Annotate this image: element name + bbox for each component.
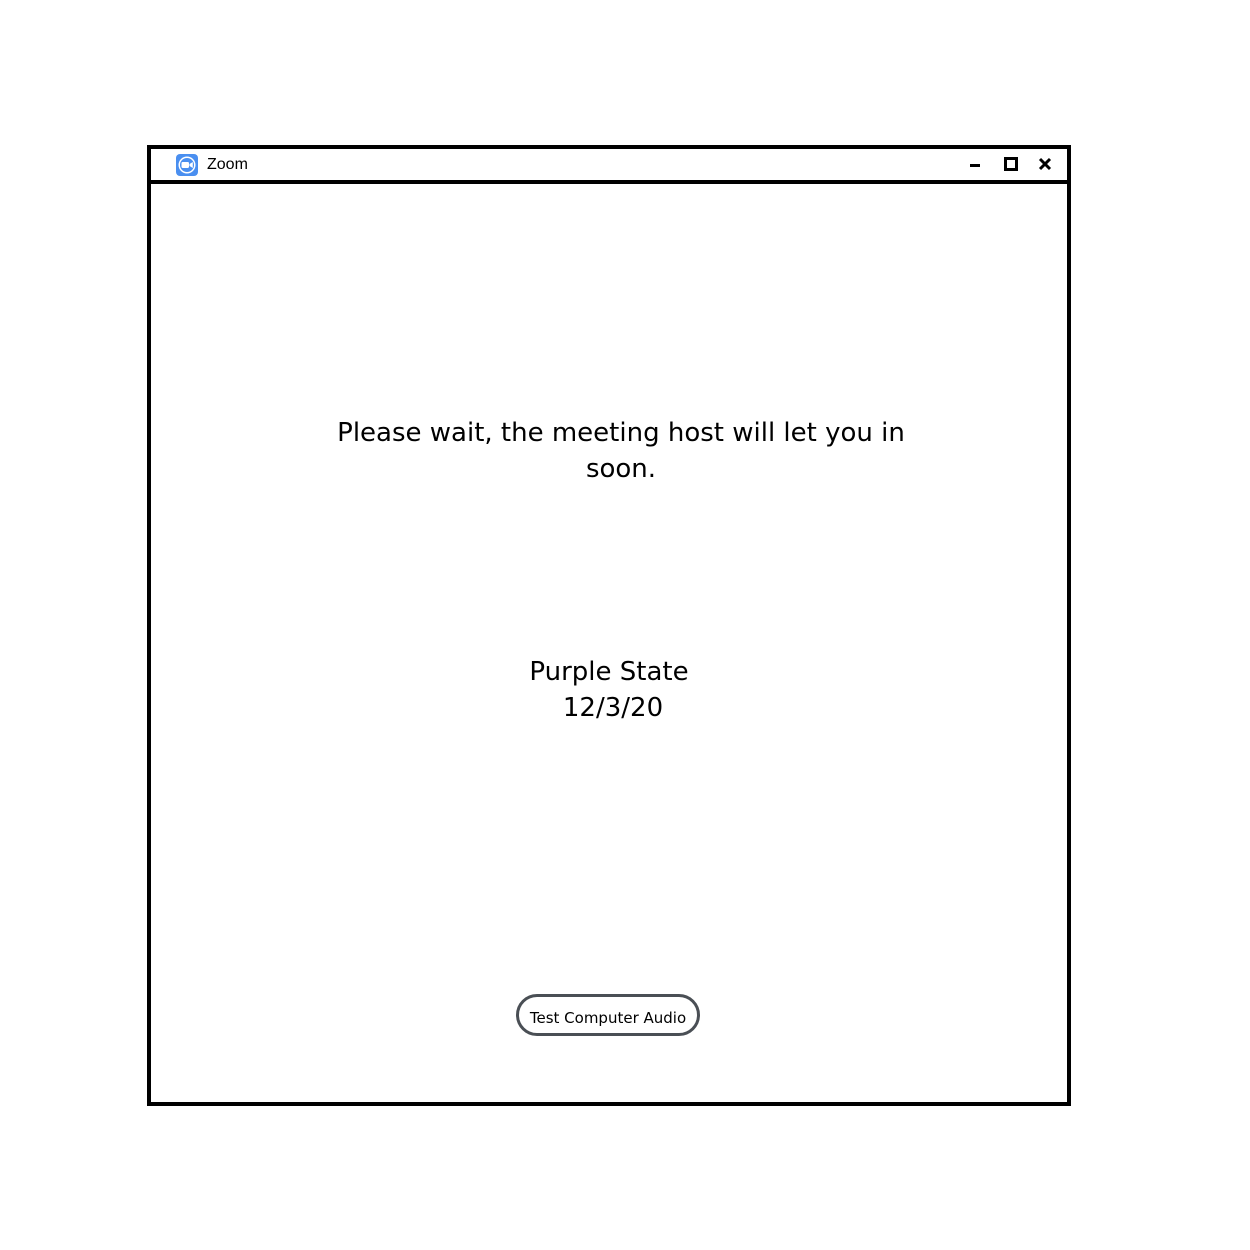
waiting-message: Please wait, the meeting host will let y… xyxy=(337,418,905,484)
test-computer-audio-button[interactable]: Test Computer Audio xyxy=(516,994,700,1036)
title-bar[interactable]: Zoom xyxy=(151,149,1067,184)
window-title: Zoom xyxy=(207,156,248,173)
close-icon[interactable] xyxy=(1033,153,1057,177)
meeting-date: 12/3/20 xyxy=(562,693,664,723)
zoom-window: Zoom Please wait, the meeting host will … xyxy=(147,145,1071,1106)
minimize-icon[interactable] xyxy=(963,153,987,177)
meeting-name: Purple State xyxy=(529,657,689,687)
maximize-icon[interactable] xyxy=(999,153,1023,177)
zoom-camera-icon xyxy=(176,154,198,176)
